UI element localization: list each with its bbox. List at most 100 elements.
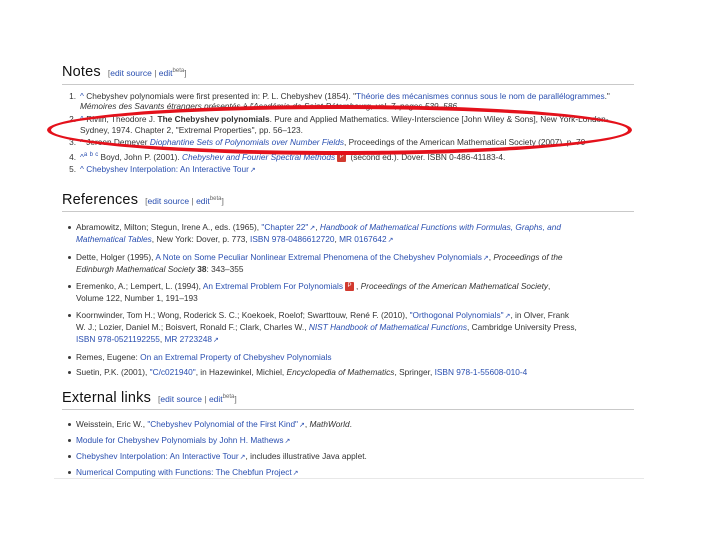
backlink-caret[interactable]: ^ <box>80 164 84 174</box>
note-link[interactable]: Théorie des mécanismes connus sous le no… <box>356 91 605 101</box>
note-text: ." <box>604 91 610 101</box>
external-links-title: External links <box>62 390 152 406</box>
external-link-icon: ↗ <box>387 237 394 244</box>
bullet-icon <box>68 225 71 229</box>
isbn-link[interactable]: ISBN 978-1-55608-010-4 <box>435 367 528 377</box>
ref-link[interactable]: NIST Handbook of Mathematical Functions <box>309 322 467 332</box>
pdf-icon: P <box>345 282 355 292</box>
ext-site: MathWorld <box>309 419 350 429</box>
notes-heading: Notes [edit source | editbeta] <box>62 64 187 80</box>
bullet-icon <box>68 470 71 474</box>
bullet-icon <box>68 422 71 426</box>
ref-text: , <box>548 281 551 291</box>
note-item-5: 5. ^ Chebyshev Interpolation: An Interact… <box>62 164 256 176</box>
ref-link[interactable]: An Extremal Problem For Polynomials <box>203 281 343 291</box>
edit-beta-link[interactable]: edit <box>209 394 223 404</box>
external-link-item-4: Numerical Computing with Functions: The … <box>66 467 299 478</box>
note-number: 5. <box>69 164 76 174</box>
reference-item-1-cont: Mathematical Tables, New York: Dover, p.… <box>76 234 393 246</box>
bullet-icon <box>68 284 71 288</box>
edit-beta-link[interactable]: edit <box>196 196 210 206</box>
bullet-icon <box>68 355 71 359</box>
notes-title: Notes <box>62 64 101 80</box>
ref-link[interactable]: "Chapter 22" <box>261 222 308 232</box>
notes-rule <box>62 84 634 85</box>
ref-text: W. J.; Lozier, Daniel M.; Boisvert, Rona… <box>76 322 309 332</box>
beta-label: beta <box>209 196 222 203</box>
ref-link[interactable]: Handbook of Mathematical Functions with … <box>320 222 561 232</box>
ext-link[interactable]: Chebyshev Interpolation: An Interactive … <box>76 451 239 461</box>
isbn-link[interactable]: ISBN 978-0486612720 <box>250 234 334 244</box>
bullet-icon <box>68 255 71 259</box>
bullet-icon <box>68 454 71 458</box>
edit-source-link[interactable]: edit source <box>110 68 152 78</box>
ref-text: Eremenko, A.; Lempert, L. (1994), <box>76 281 203 291</box>
ext-link[interactable]: Module for Chebyshev Polynomials by John… <box>76 435 284 445</box>
backlink-a[interactable]: a <box>84 152 87 158</box>
ref-link[interactable]: "C/c021940" <box>150 367 196 377</box>
ref-link[interactable]: "Orthogonal Polynomials" <box>410 310 504 320</box>
external-link-item-2: Module for Chebyshev Polynomials by John… <box>66 435 290 447</box>
reference-item-2: Dette, Holger (1995), A Note on Some Pec… <box>66 252 563 264</box>
external-link-icon: ↗ <box>212 337 219 344</box>
external-links-rule <box>62 409 634 410</box>
ref-journal: Proceedings of the <box>493 252 563 262</box>
external-link-item-3: Chebyshev Interpolation: An Interactive … <box>66 451 367 463</box>
separator: | <box>202 394 209 404</box>
reference-item-3: Eremenko, A.; Lempert, L. (1994), An Ext… <box>66 281 551 292</box>
bracket-close: ] <box>221 196 224 206</box>
ref-volume: 38 <box>194 264 207 274</box>
bullet-icon <box>68 370 71 374</box>
separator: | <box>151 68 159 78</box>
note-link[interactable]: Chebyshev Interpolation: An Interactive … <box>86 164 249 174</box>
beta-label: beta <box>222 394 235 401</box>
external-link-item-1: Weisstein, Eric W., "Chebyshev Polynomia… <box>66 419 352 431</box>
edit-source-link[interactable]: edit source <box>148 196 190 206</box>
mr-link[interactable]: MR 2723248 <box>164 334 212 344</box>
backlink-c[interactable]: c <box>95 152 98 158</box>
mr-link[interactable]: MR 0167642 <box>339 234 387 244</box>
backlink-caret[interactable]: ^ <box>80 91 84 101</box>
reference-item-3-cont: Volume 122, Number 1, 191–193 <box>76 293 198 303</box>
ref-text: Volume 122, Number 1, 191–193 <box>76 293 198 303</box>
ref-text: Remes, Eugene: <box>76 352 141 362</box>
ref-link[interactable]: A Note on Some Peculiar Nonlinear Extrem… <box>155 252 482 262</box>
ext-link[interactable]: "Chebyshev Polynomial of the First Kind" <box>147 419 298 429</box>
ref-text: , New York: Dover, p. 773, <box>151 234 251 244</box>
reference-item-1: Abramowitz, Milton; Stegun, Irene A., ed… <box>66 222 561 234</box>
external-links-edit-links: [edit source | editbeta] <box>158 394 237 404</box>
note-number: 1. <box>69 91 76 101</box>
reference-item-6: Suetin, P.K. (2001), "C/c021940", in Haz… <box>66 367 527 377</box>
reference-item-4-cont: W. J.; Lozier, Daniel M.; Boisvert, Rona… <box>76 322 577 332</box>
reference-item-4: Koornwinder, Tom H.; Wong, Roderick S. C… <box>66 310 569 322</box>
ref-text: : 343–355 <box>206 264 244 274</box>
ext-link[interactable]: Numerical Computing with Functions: The … <box>76 467 292 477</box>
ref-link[interactable]: On an Extremal Property of Chebyshev Pol… <box>140 352 331 362</box>
ref-text: , Cambridge University Press, <box>467 322 577 332</box>
external-link-icon: ↗ <box>292 470 299 477</box>
notes-edit-links: [edit source | editbeta] <box>108 68 187 78</box>
references-heading: References [edit source | editbeta] <box>62 192 224 208</box>
ref-text: , Springer, <box>394 367 435 377</box>
ref-link[interactable]: Mathematical Tables <box>76 234 152 244</box>
edit-beta-link[interactable]: edit <box>159 68 173 78</box>
references-edit-links: [edit source | editbeta] <box>145 196 224 206</box>
external-links-heading: External links [edit source | editbeta] <box>62 390 237 406</box>
ref-text: , in Olver, Frank <box>510 310 569 320</box>
note-item-1: 1. ^ Chebyshev polynomials were first pre… <box>62 91 610 101</box>
references-rule <box>62 211 634 212</box>
note-number: 4. <box>69 151 76 162</box>
external-link-icon: ↗ <box>249 167 256 174</box>
external-link-icon: ↗ <box>284 438 291 445</box>
backlink-b[interactable]: b <box>90 152 93 158</box>
edit-source-link[interactable]: edit source <box>160 394 202 404</box>
ref-text: Koornwinder, Tom H.; Wong, Roderick S. C… <box>76 310 410 320</box>
note-text: Chebyshev polynomials were first present… <box>86 91 357 101</box>
beta-label: beta <box>172 68 185 75</box>
ref-journal: Encyclopedia of Mathematics <box>286 367 395 377</box>
bullet-icon <box>68 313 71 317</box>
isbn-link[interactable]: ISBN 978-0521192255 <box>76 334 160 344</box>
bullet-icon <box>68 438 71 442</box>
ref-journal: Proceedings of the American Mathematical… <box>360 281 549 291</box>
ref-text: Suetin, P.K. (2001), <box>76 367 150 377</box>
